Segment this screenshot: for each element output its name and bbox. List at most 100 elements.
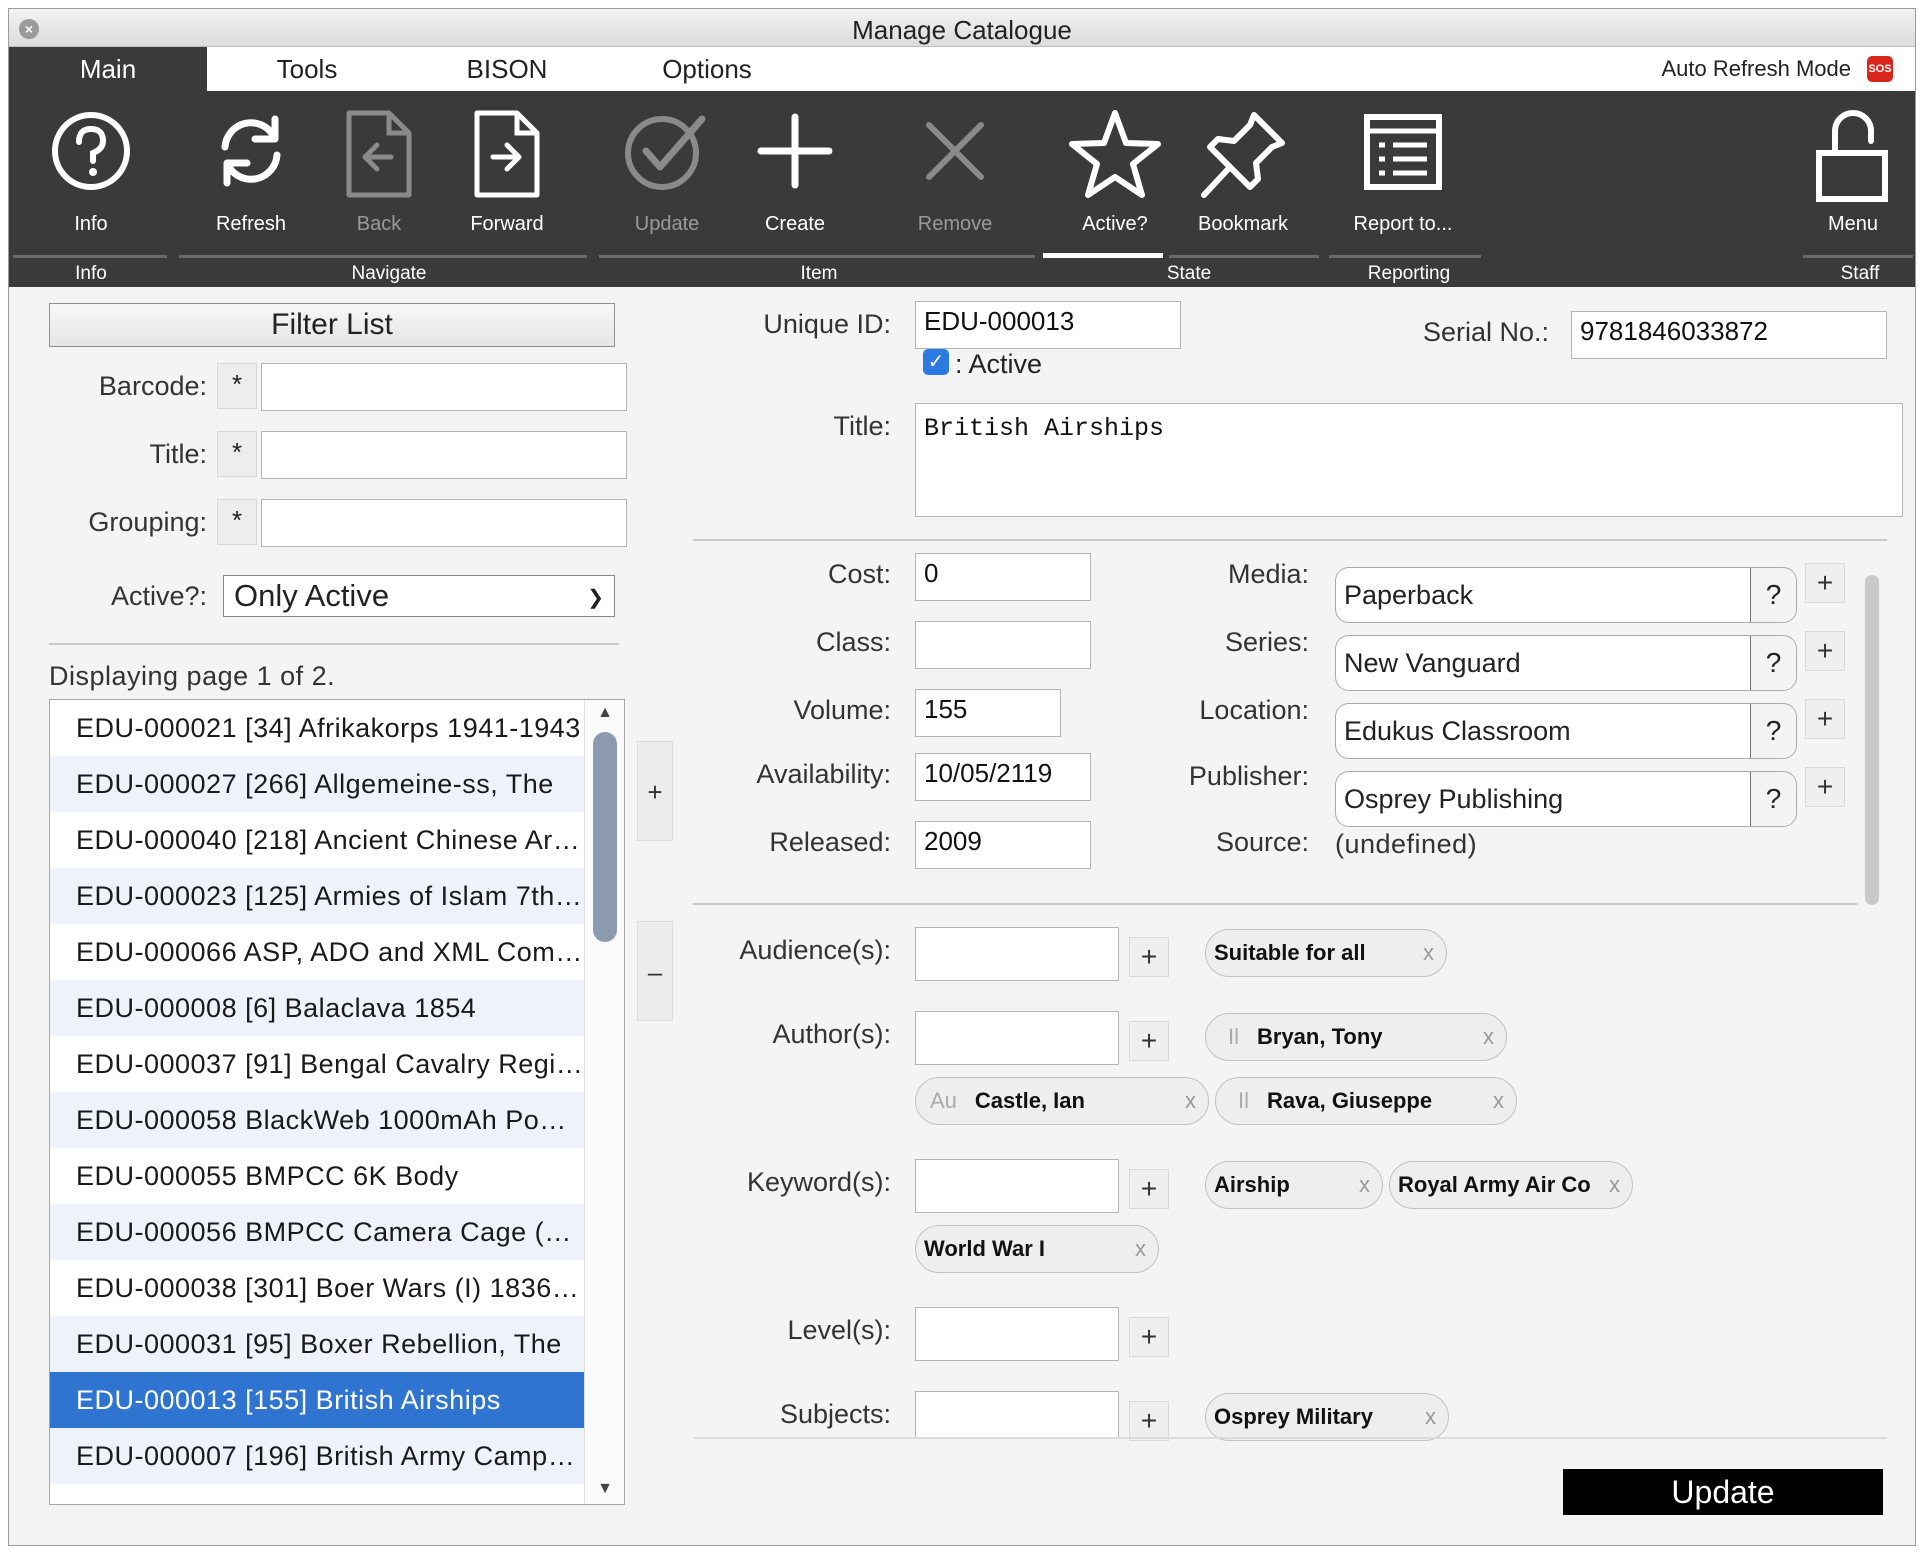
audience-input[interactable]: [915, 927, 1119, 981]
title-textarea[interactable]: British Airships: [915, 403, 1903, 517]
list-item[interactable]: EDU-000038 [301] Boer Wars (I) 1836-1898: [50, 1260, 584, 1316]
tab-bison[interactable]: BISON: [407, 47, 607, 91]
remove-tag-icon[interactable]: x: [1423, 930, 1434, 976]
keyword-tag-label: Airship: [1214, 1172, 1290, 1197]
remove-tag-icon[interactable]: x: [1185, 1078, 1196, 1124]
active-filter-select[interactable]: Only Active ❯: [223, 575, 615, 617]
remove-tag-icon[interactable]: x: [1425, 1394, 1436, 1440]
catalogue-list[interactable]: EDU-000021 [34] Afrikakorps 1941-1943 ED…: [49, 699, 625, 1505]
add-level-button[interactable]: +: [1129, 1317, 1169, 1357]
scrollbar-thumb[interactable]: [593, 732, 617, 942]
remove-tag-icon[interactable]: x: [1135, 1226, 1146, 1272]
volume-field[interactable]: 155: [915, 689, 1061, 737]
active-checkbox[interactable]: ✓: [923, 349, 949, 375]
author-input[interactable]: [915, 1011, 1119, 1065]
remove-item-button[interactable]: –: [637, 921, 673, 1021]
subjects-label: Subjects:: [779, 1399, 891, 1429]
sos-icon[interactable]: SOS: [1867, 56, 1893, 82]
create-button[interactable]: Create: [735, 91, 855, 251]
media-lookup-button[interactable]: ?: [1750, 568, 1796, 622]
add-keyword-button[interactable]: +: [1129, 1169, 1169, 1209]
list-item[interactable]: EDU-000056 BMPCC Camera Cage (Kit): [50, 1204, 584, 1260]
list-item[interactable]: EDU-000007 [196] British Army Campaign: [50, 1428, 584, 1484]
series-lookup-button[interactable]: ?: [1750, 636, 1796, 690]
add-publisher-button[interactable]: +: [1805, 767, 1845, 807]
serial-no-field[interactable]: 9781846033872: [1571, 311, 1887, 359]
add-item-button[interactable]: +: [637, 741, 673, 841]
grouping-wildcard-button[interactable]: *: [217, 499, 257, 545]
forward-button[interactable]: Forward: [447, 91, 567, 251]
add-media-button[interactable]: +: [1805, 563, 1845, 603]
remove-tag-icon[interactable]: x: [1483, 1014, 1494, 1060]
active-toggle-button[interactable]: Active?: [1055, 91, 1175, 251]
series-combo[interactable]: New Vanguard ?: [1335, 635, 1797, 691]
availability-field[interactable]: 10/05/2119: [915, 753, 1091, 801]
publisher-combo[interactable]: Osprey Publishing ?: [1335, 771, 1797, 827]
list-item[interactable]: EDU-000023 [125] Armies of Islam 7th-11t…: [50, 868, 584, 924]
scroll-up-icon[interactable]: ▲: [585, 704, 624, 722]
auto-refresh-mode-label[interactable]: Auto Refresh Mode: [1661, 47, 1851, 91]
media-combo[interactable]: Paperback ?: [1335, 567, 1797, 623]
list-item[interactable]: EDU-000066 ASP, ADO and XML Complete: [50, 924, 584, 980]
list-item[interactable]: EDU-000040 [218] Ancient Chinese Armies: [50, 812, 584, 868]
list-item[interactable]: EDU-000008 [6] Balaclava 1854: [50, 980, 584, 1036]
unique-id-field[interactable]: EDU-000013: [915, 301, 1181, 349]
grouping-filter-input[interactable]: [261, 499, 627, 547]
form-divider-middle: [693, 903, 1857, 905]
staff-group-label: Staff: [1840, 263, 1880, 284]
bookmark-label: Bookmark: [1197, 213, 1289, 235]
list-item[interactable]: EDU-000037 [91] Bengal Cavalry Regiments: [50, 1036, 584, 1092]
series-value: New Vanguard: [1344, 648, 1521, 678]
update-toolbar-button[interactable]: Update: [607, 91, 727, 251]
list-scrollbar[interactable]: ▲ ▼: [584, 700, 624, 1504]
add-series-button[interactable]: +: [1805, 631, 1845, 671]
remove-tag-icon[interactable]: x: [1609, 1162, 1620, 1208]
window-title: Manage Catalogue: [852, 15, 1072, 45]
list-item[interactable]: EDU-000031 [95] Boxer Rebellion, The: [50, 1316, 584, 1372]
bookmark-button[interactable]: Bookmark: [1183, 91, 1303, 251]
list-item-selected[interactable]: EDU-000013 [155] British Airships: [50, 1372, 584, 1428]
list-item[interactable]: EDU-000027 [266] Allgemeine-ss, The: [50, 756, 584, 812]
list-item[interactable]: EDU-000021 [34] Afrikakorps 1941-1943: [50, 700, 584, 756]
publisher-lookup-button[interactable]: ?: [1750, 772, 1796, 826]
barcode-filter-input[interactable]: [261, 363, 627, 411]
remove-tag-icon[interactable]: x: [1359, 1162, 1370, 1208]
keyword-input[interactable]: [915, 1159, 1119, 1213]
refresh-button[interactable]: Refresh: [191, 91, 311, 251]
add-author-button[interactable]: +: [1129, 1021, 1169, 1061]
info-button[interactable]: Info: [31, 91, 151, 251]
title-filter-input[interactable]: [261, 431, 627, 479]
serial-no-label: Serial No.:: [1422, 317, 1549, 347]
author-tag: Il Bryan, Tony x: [1205, 1013, 1507, 1061]
back-button[interactable]: Back: [319, 91, 439, 251]
tab-options[interactable]: Options: [607, 47, 807, 91]
add-subject-button[interactable]: +: [1129, 1401, 1169, 1441]
author-role: Il: [1228, 1024, 1239, 1049]
location-lookup-button[interactable]: ?: [1750, 704, 1796, 758]
add-location-button[interactable]: +: [1805, 699, 1845, 739]
remove-tag-icon[interactable]: x: [1493, 1078, 1504, 1124]
scroll-down-icon[interactable]: ▼: [585, 1480, 624, 1498]
form-scrollbar[interactable]: [1865, 575, 1879, 905]
cost-field[interactable]: 0: [915, 553, 1091, 601]
toolbar: Info Refresh Back Forward Update Create …: [9, 91, 1915, 287]
list-item[interactable]: EDU-000055 BMPCC 6K Body: [50, 1148, 584, 1204]
filter-list-button[interactable]: Filter List: [49, 303, 615, 347]
level-input[interactable]: [915, 1307, 1119, 1361]
report-button[interactable]: Report to...: [1343, 91, 1463, 251]
remove-button[interactable]: Remove: [895, 91, 1015, 251]
subject-input[interactable]: [915, 1391, 1119, 1437]
location-combo[interactable]: Edukus Classroom ?: [1335, 703, 1797, 759]
audience-tag-label: Suitable for all: [1214, 940, 1366, 965]
class-field[interactable]: [915, 621, 1091, 669]
content-area: Filter List Barcode: * Title: * Grouping…: [9, 287, 1915, 1545]
update-button[interactable]: Update: [1563, 1469, 1883, 1515]
barcode-wildcard-button[interactable]: *: [217, 363, 257, 409]
list-item[interactable]: EDU-000058 BlackWeb 1000mAh Power Bank: [50, 1092, 584, 1148]
title-wildcard-button[interactable]: *: [217, 431, 257, 477]
menu-button[interactable]: Menu: [1793, 91, 1913, 251]
tab-main[interactable]: Main: [9, 47, 207, 91]
released-field[interactable]: 2009: [915, 821, 1091, 869]
add-audience-button[interactable]: +: [1129, 937, 1169, 977]
tab-tools[interactable]: Tools: [207, 47, 407, 91]
